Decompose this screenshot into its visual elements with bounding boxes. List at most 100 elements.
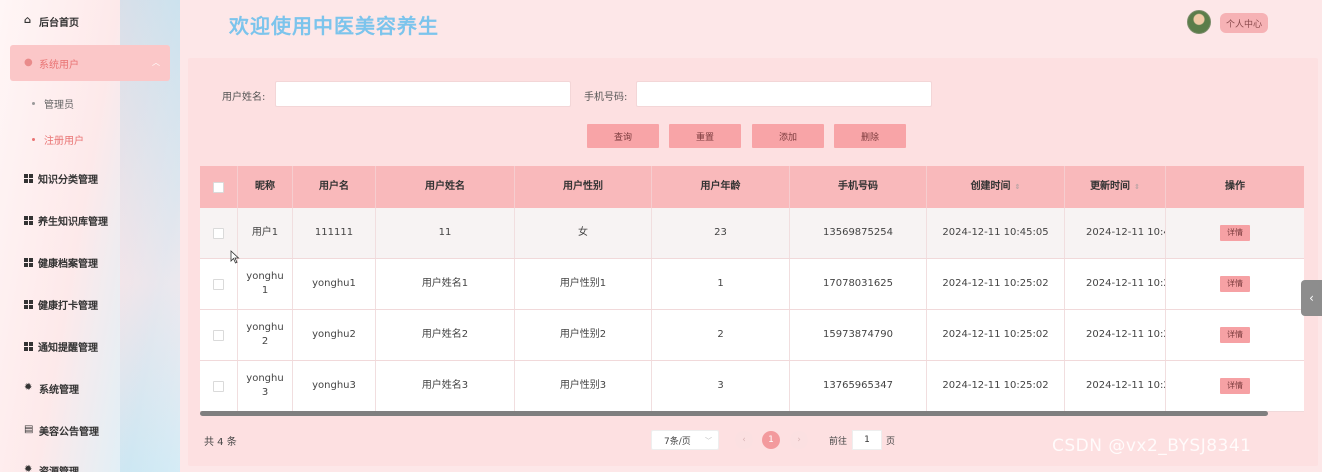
table-horizontal-scrollbar[interactable] <box>200 411 1268 416</box>
cell-created: 2024-12-11 10:25:02 <box>927 310 1065 360</box>
sidebar-item-knowledge-category[interactable]: 知识分类管理 <box>0 164 180 192</box>
sidebar-subitem-label: 管理员 <box>44 99 74 111</box>
add-button[interactable]: 添加 <box>752 124 824 148</box>
watermark: CSDN @vx2_BYSJ8341 <box>1052 436 1252 456</box>
sidebar-item-health-records[interactable]: 健康档案管理 <box>0 248 180 276</box>
chevron-left-icon: ‹ <box>1309 291 1314 305</box>
cell-created: 2024-12-11 10:45:05 <box>927 208 1065 258</box>
home-icon: ⌂ <box>24 15 32 26</box>
cell-phone: 13765965347 <box>790 361 927 411</box>
column-header-sortable[interactable]: 创建时间 ⇕ <box>927 166 1065 208</box>
cell-gender: 用户性别1 <box>515 259 652 309</box>
bullet-icon <box>32 101 35 105</box>
chevron-down-icon: ﹀ <box>705 437 712 445</box>
document-icon: ▤ <box>24 424 34 435</box>
phone-search-input[interactable] <box>636 81 932 107</box>
reset-button[interactable]: 重置 <box>669 124 741 148</box>
sidebar-item-beauty-announcements[interactable]: ▤ 美容公告管理 <box>0 416 180 444</box>
goto-page-input[interactable]: 1 <box>852 430 882 450</box>
sidebar-subitem-registered-users[interactable]: 注册用户 <box>32 129 84 149</box>
cell-username: 111111 <box>293 208 376 258</box>
row-select-cell <box>200 310 238 360</box>
sidebar-item-label: 知识分类管理 <box>38 174 98 186</box>
cell-age: 23 <box>652 208 790 258</box>
row-checkbox[interactable] <box>213 227 224 239</box>
phone-search-label: 手机号码: <box>584 92 628 103</box>
page-number-current[interactable]: 1 <box>762 431 780 449</box>
detail-button[interactable]: 详情 <box>1220 276 1250 292</box>
column-header-sortable[interactable]: 更新时间 ⇕ <box>1065 166 1166 208</box>
table-row: yonghu1 yonghu1 用户姓名1 用户性别1 1 1707803162… <box>200 259 1304 310</box>
sidebar-subitem-label: 注册用户 <box>44 135 84 147</box>
query-button[interactable]: 查询 <box>587 124 659 148</box>
column-header: 用户性别 <box>515 166 652 208</box>
page-size-select[interactable]: 7条/页 ﹀ <box>651 430 719 450</box>
cell-nickname: yonghu3 <box>238 361 293 411</box>
sidebar-item-system-management[interactable]: ✹ 系统管理 <box>0 374 180 402</box>
gear-icon: ✹ <box>24 464 33 472</box>
sidebar-item-label: 系统管理 <box>39 384 79 396</box>
gear-icon: ✹ <box>24 382 33 393</box>
grid-icon <box>24 299 33 309</box>
sidebar-item-home[interactable]: ⌂ 后台首页 <box>0 7 180 35</box>
grid-icon <box>24 215 33 225</box>
row-checkbox[interactable] <box>213 380 224 392</box>
cell-phone: 15973874790 <box>790 310 927 360</box>
grid-icon <box>24 173 33 183</box>
table-row: 用户1 111111 11 女 23 13569875254 2024-12-1… <box>200 208 1304 259</box>
sidebar-item-label: 系统用户 <box>39 59 79 71</box>
cell-updated: 2024-12-11 10:25 <box>1065 259 1166 309</box>
cell-realname: 用户姓名1 <box>376 259 515 309</box>
column-header-label: 更新时间 <box>1090 181 1131 192</box>
page-size-value: 7条/页 <box>664 436 691 447</box>
prev-page-button[interactable]: ‹ <box>735 431 753 449</box>
sidebar-item-resource-management[interactable]: ✹ 资源管理 <box>0 456 180 472</box>
sidebar-item-system-users[interactable]: ● 系统用户 ︿ <box>10 45 170 81</box>
delete-button[interactable]: 删除 <box>834 124 906 148</box>
sort-icon[interactable]: ⇕ <box>1134 180 1140 194</box>
sidebar-subitem-admin[interactable]: 管理员 <box>32 93 74 113</box>
table-row: yonghu3 yonghu3 用户姓名3 用户性别3 3 1376596534… <box>200 361 1304 412</box>
user-icon: ● <box>24 57 33 68</box>
username-search-input[interactable] <box>275 81 571 107</box>
detail-button[interactable]: 详情 <box>1220 225 1250 241</box>
sidebar-item-label: 资源管理 <box>39 466 79 472</box>
sort-icon[interactable]: ⇕ <box>1015 180 1021 194</box>
cell-nickname: 用户1 <box>238 208 293 258</box>
grid-icon <box>24 257 33 267</box>
cell-age: 1 <box>652 259 790 309</box>
row-checkbox[interactable] <box>213 329 224 341</box>
cell-gender: 用户性别3 <box>515 361 652 411</box>
sidebar-item-label: 养生知识库管理 <box>38 216 108 228</box>
select-all-cell <box>200 166 238 208</box>
sidebar-item-label: 健康打卡管理 <box>38 300 98 312</box>
column-header: 昵称 <box>238 166 293 208</box>
sidebar-item-health-checkin[interactable]: 健康打卡管理 <box>0 290 180 318</box>
column-header: 用户名 <box>293 166 376 208</box>
pagination-total: 共 4 条 <box>204 437 237 448</box>
sidebar-item-health-knowledge[interactable]: 养生知识库管理 <box>0 206 180 234</box>
cell-phone: 13569875254 <box>790 208 927 258</box>
cell-action: 详情 <box>1166 310 1304 360</box>
sidebar-item-notifications[interactable]: 通知提醒管理 <box>0 332 180 360</box>
cell-gender: 用户性别2 <box>515 310 652 360</box>
cell-updated: 2024-12-11 10:45 <box>1065 208 1166 258</box>
chevron-left-icon: ‹ <box>742 435 746 445</box>
detail-button[interactable]: 详情 <box>1220 378 1250 394</box>
detail-button[interactable]: 详情 <box>1220 327 1250 343</box>
cell-realname: 11 <box>376 208 515 258</box>
next-page-button[interactable]: › <box>790 431 808 449</box>
row-select-cell <box>200 259 238 309</box>
personal-center-button[interactable]: 个人中心 <box>1220 13 1268 33</box>
cell-action: 详情 <box>1166 208 1304 258</box>
avatar[interactable] <box>1187 10 1211 34</box>
row-checkbox[interactable] <box>213 278 224 290</box>
sidebar-collapse-toggle[interactable]: ‹ <box>1301 280 1322 316</box>
cell-nickname: yonghu1 <box>238 259 293 309</box>
cell-realname: 用户姓名2 <box>376 310 515 360</box>
cell-action: 详情 <box>1166 259 1304 309</box>
select-all-checkbox[interactable] <box>213 181 224 193</box>
chevron-up-icon: ︿ <box>152 58 160 67</box>
cell-nickname: yonghu2 <box>238 310 293 360</box>
cell-gender: 女 <box>515 208 652 258</box>
